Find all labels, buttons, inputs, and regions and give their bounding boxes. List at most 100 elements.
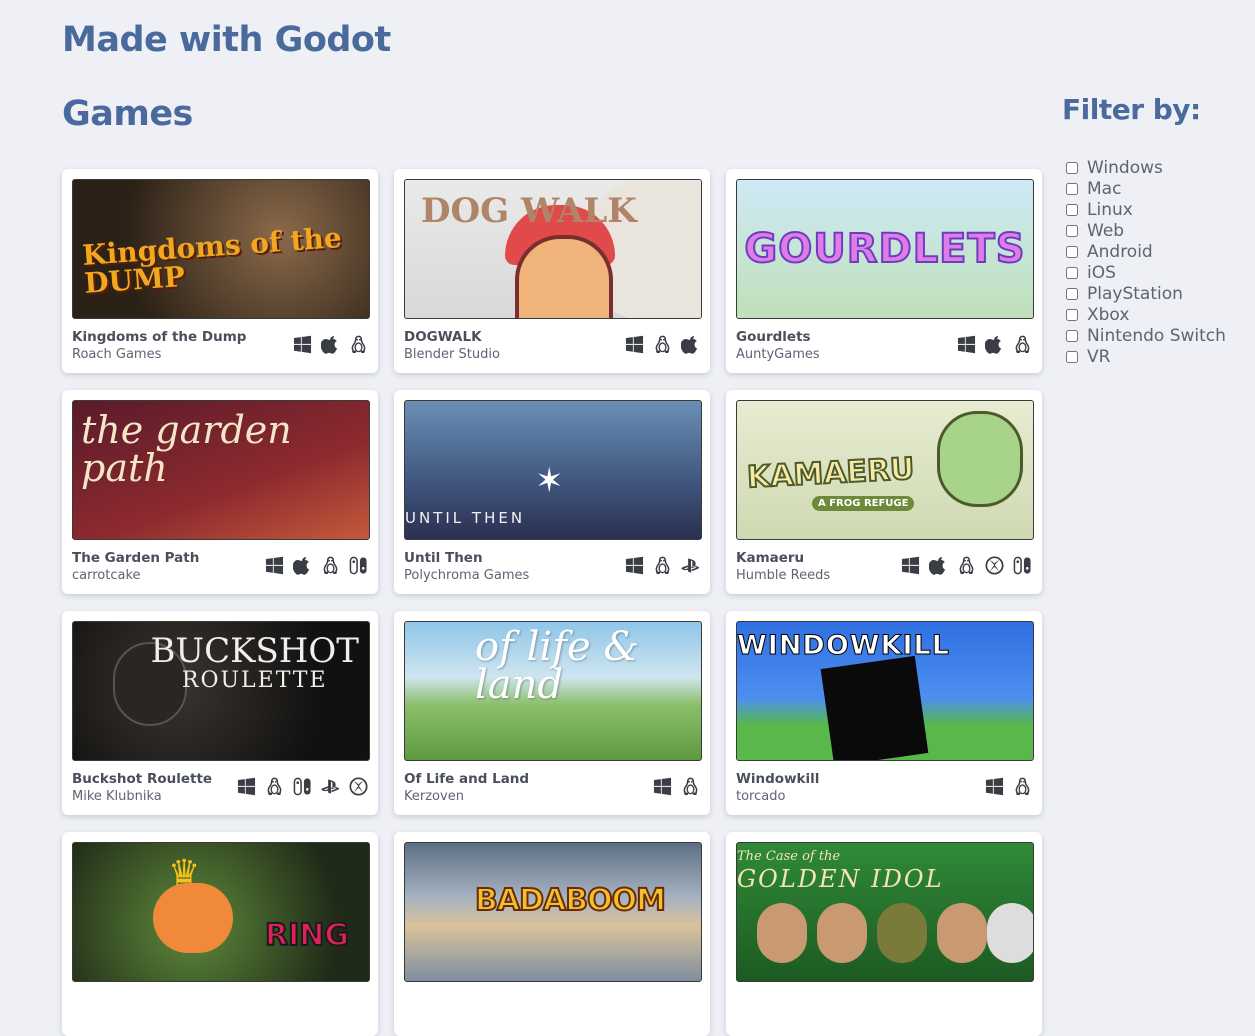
filter-option-windows[interactable]: Windows — [1064, 157, 1226, 178]
windows-icon — [293, 335, 312, 354]
game-thumbnail[interactable]: GOURDLETS — [736, 179, 1034, 319]
game-thumbnail[interactable]: DOG WALK — [404, 179, 702, 319]
linux-icon — [653, 556, 672, 575]
site-title: Made with Godot — [62, 20, 391, 60]
platform-icons — [985, 777, 1032, 796]
linux-icon — [681, 777, 700, 796]
thumbnail-star-icon: ✶ — [535, 461, 564, 501]
thumbnail-logo-text: the garden path — [81, 408, 292, 490]
filter-option-android[interactable]: Android — [1064, 241, 1226, 262]
game-thumbnail[interactable]: KAMAERU A FROG REFUGE — [736, 400, 1034, 540]
apple-icon — [293, 556, 312, 575]
game-card[interactable]: of life & land Of Life and Land Kerzoven — [394, 611, 710, 815]
game-thumbnail[interactable]: Kingdoms of the DUMP — [72, 179, 370, 319]
game-card[interactable]: BADABOOM — [394, 832, 710, 1036]
filter-checkbox[interactable] — [1066, 182, 1078, 195]
game-card[interactable]: KAMAERU A FROG REFUGE Kamaeru Humble Ree… — [726, 390, 1042, 594]
filter-checkbox[interactable] — [1066, 203, 1078, 216]
filter-checkbox[interactable] — [1066, 161, 1078, 174]
game-card[interactable]: ♛ RING — [62, 832, 378, 1036]
linux-icon — [349, 335, 368, 354]
filter-checkbox[interactable] — [1066, 245, 1078, 258]
game-thumbnail[interactable]: BUCKSHOT ROULETTE — [72, 621, 370, 761]
filter-label: Android — [1087, 241, 1153, 262]
thumbnail-logo-text: The Case of the — [737, 849, 841, 864]
thumbnail-logo-subtitle: GOLDEN IDOL — [737, 865, 944, 893]
playstation-icon — [681, 556, 700, 575]
filter-label: PlayStation — [1087, 283, 1183, 304]
filter-label: iOS — [1087, 262, 1116, 283]
filter-label: Web — [1087, 220, 1125, 241]
filter-checkbox[interactable] — [1066, 287, 1078, 300]
filter-checkbox[interactable] — [1066, 350, 1078, 363]
filter-option-playstation[interactable]: PlayStation — [1064, 283, 1226, 304]
game-thumbnail[interactable]: the garden path — [72, 400, 370, 540]
filter-title: Filter by: — [1062, 93, 1201, 126]
windows-icon — [237, 777, 256, 796]
filter-option-nintendo-switch[interactable]: Nintendo Switch — [1064, 325, 1226, 346]
apple-icon — [929, 556, 948, 575]
platform-icons — [265, 556, 368, 575]
linux-icon — [265, 777, 284, 796]
thumbnail-character-shape — [153, 883, 233, 953]
filter-option-ios[interactable]: iOS — [1064, 262, 1226, 283]
game-thumbnail[interactable]: ✶ UNTIL THEN — [404, 400, 702, 540]
filter-option-linux[interactable]: Linux — [1064, 199, 1226, 220]
platform-icons — [653, 777, 700, 796]
game-card[interactable]: the garden path The Garden Path carrotca… — [62, 390, 378, 594]
filter-checkbox[interactable] — [1066, 308, 1078, 321]
game-card[interactable]: ✶ UNTIL THEN Until Then Polychroma Games — [394, 390, 710, 594]
thumbnail-face-shape — [515, 235, 613, 318]
platform-icons — [625, 335, 700, 354]
thumbnail-logo-text: UNTIL THEN — [405, 509, 526, 527]
linux-icon — [321, 556, 340, 575]
game-thumbnail[interactable]: BADABOOM — [404, 842, 702, 982]
platform-icons — [901, 556, 1032, 575]
game-thumbnail[interactable]: ♛ RING — [72, 842, 370, 982]
xbox-icon — [985, 556, 1004, 575]
windows-icon — [653, 777, 672, 796]
thumbnail-character-shape — [937, 903, 987, 963]
filter-option-vr[interactable]: VR — [1064, 346, 1226, 367]
filter-option-web[interactable]: Web — [1064, 220, 1226, 241]
filter-label: Nintendo Switch — [1087, 325, 1226, 346]
filter-label: Linux — [1087, 199, 1133, 220]
nintendo-switch-icon — [1013, 556, 1032, 575]
thumbnail-logo-text: GOURDLETS — [743, 225, 1026, 273]
thumbnail-character-shape — [757, 903, 807, 963]
filter-label: Windows — [1087, 157, 1163, 178]
filter-option-mac[interactable]: Mac — [1064, 178, 1226, 199]
thumbnail-logo-text: Kingdoms of the DUMP — [81, 220, 343, 300]
thumbnail-frog-shape — [937, 411, 1023, 507]
game-card[interactable]: BUCKSHOT ROULETTE Buckshot Roulette Mike… — [62, 611, 378, 815]
thumbnail-logo-text: of life & land — [475, 624, 639, 708]
windows-icon — [985, 777, 1004, 796]
game-card[interactable]: The Case of the GOLDEN IDOL — [726, 832, 1042, 1036]
filter-checkbox[interactable] — [1066, 329, 1078, 342]
game-card[interactable]: WINDOWKILL Windowkill torcado — [726, 611, 1042, 815]
platform-icons — [293, 335, 368, 354]
windows-icon — [957, 335, 976, 354]
platform-icons — [237, 777, 368, 796]
game-thumbnail[interactable]: of life & land — [404, 621, 702, 761]
filter-checkbox[interactable] — [1066, 224, 1078, 237]
windows-icon — [265, 556, 284, 575]
game-thumbnail[interactable]: The Case of the GOLDEN IDOL — [736, 842, 1034, 982]
thumbnail-character-shape — [877, 903, 927, 963]
thumbnail-subtitle: A FROG REFUGE — [812, 496, 915, 511]
thumbnail-logo-line1: BUCKSHOT — [150, 631, 359, 671]
game-card[interactable]: GOURDLETS Gourdlets AuntyGames — [726, 169, 1042, 373]
linux-icon — [1013, 777, 1032, 796]
playstation-icon — [321, 777, 340, 796]
thumbnail-character-shape — [817, 903, 867, 963]
game-card[interactable]: Kingdoms of the DUMP Kingdoms of the Dum… — [62, 169, 378, 373]
filter-label: Xbox — [1087, 304, 1130, 325]
game-card[interactable]: DOG WALK DOGWALK Blender Studio — [394, 169, 710, 373]
linux-icon — [653, 335, 672, 354]
thumbnail-logo-text: RING — [264, 917, 350, 954]
filter-checkbox[interactable] — [1066, 266, 1078, 279]
filter-option-xbox[interactable]: Xbox — [1064, 304, 1226, 325]
filter-list: Windows Mac Linux Web Android iOS PlaySt… — [1064, 157, 1226, 367]
game-thumbnail[interactable]: WINDOWKILL — [736, 621, 1034, 761]
thumbnail-logo-text: KAMAERU — [745, 451, 916, 497]
